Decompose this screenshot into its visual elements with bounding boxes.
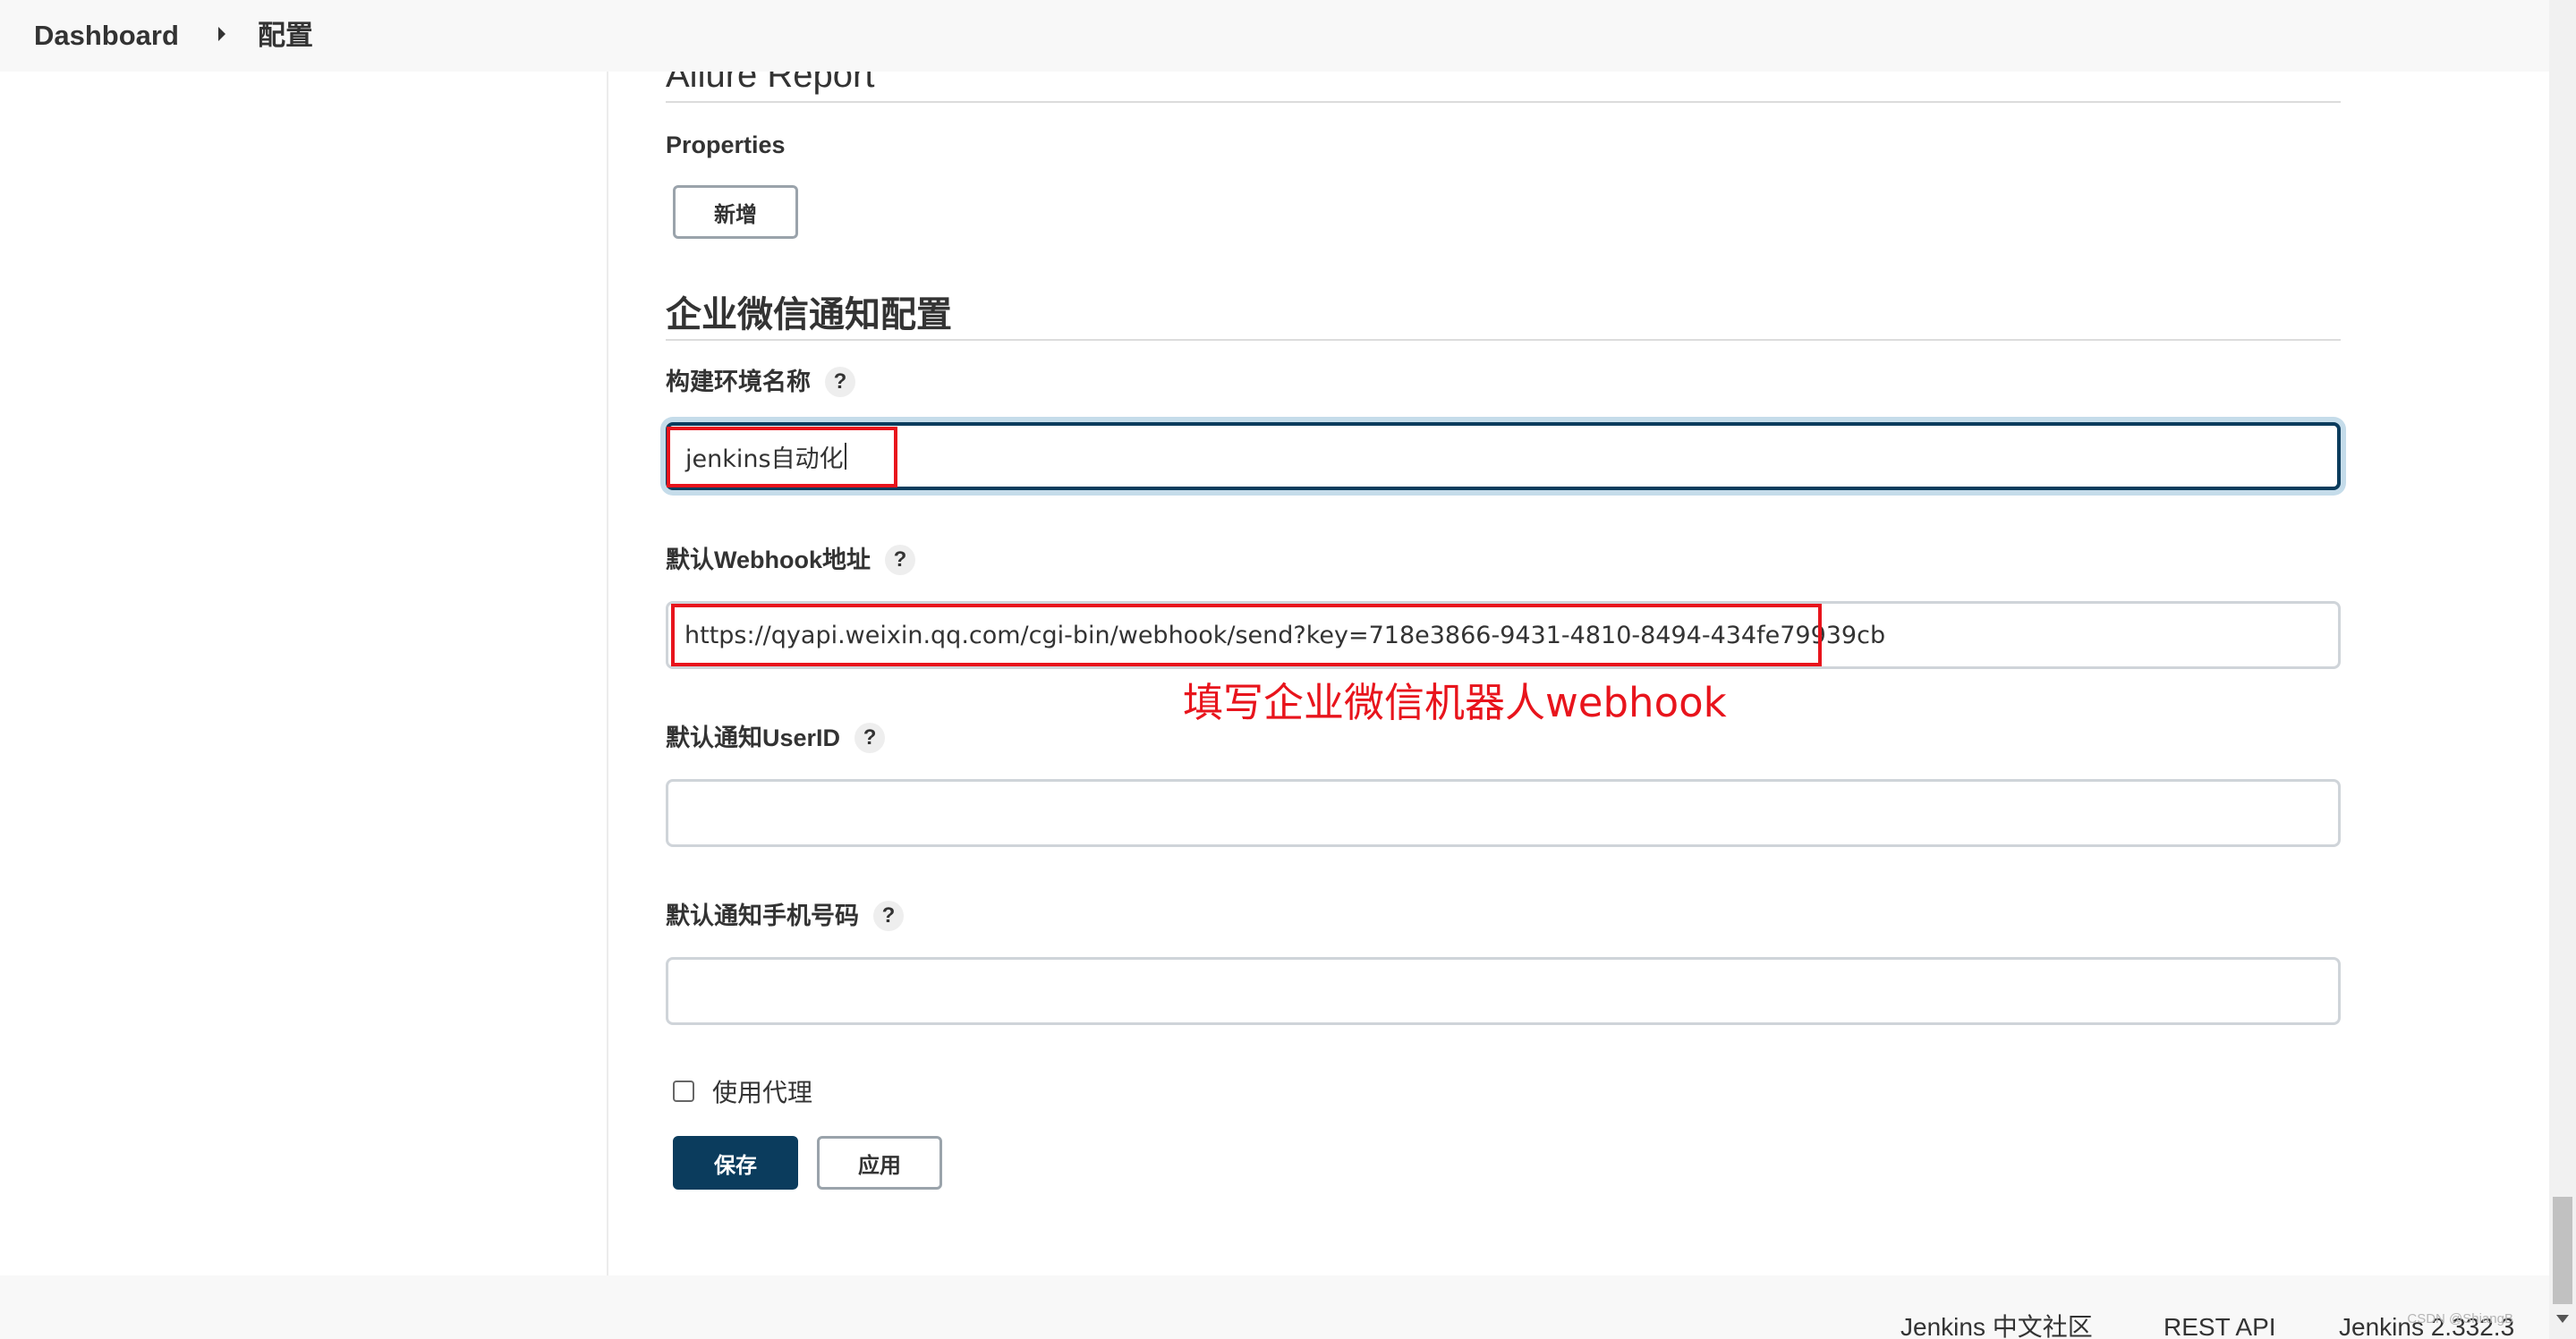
section-divider xyxy=(666,101,2341,103)
add-property-button[interactable]: 新增 xyxy=(673,185,798,239)
proxy-checkbox[interactable] xyxy=(673,1081,694,1102)
watermark: CSDN @ShiangB xyxy=(2407,1311,2513,1326)
scrollbar-thumb[interactable] xyxy=(2553,1197,2572,1304)
scroll-down-arrow-icon[interactable] xyxy=(2556,1315,2569,1323)
proxy-checkbox-label[interactable]: 使用代理 xyxy=(712,1075,812,1111)
properties-label: Properties xyxy=(666,127,786,163)
properties-label-text: Properties xyxy=(666,131,786,158)
help-icon[interactable]: ? xyxy=(825,367,855,397)
phone-label-text: 默认通知手机号码 xyxy=(666,903,859,929)
text-caret xyxy=(844,443,846,470)
save-button[interactable]: 保存 xyxy=(673,1136,798,1190)
webhook-input[interactable]: https://qyapi.weixin.qq.com/cgi-bin/webh… xyxy=(666,601,2341,669)
breadcrumb-current[interactable]: 配置 xyxy=(258,16,313,55)
env-name-label-text: 构建环境名称 xyxy=(666,369,811,395)
env-name-value: jenkins自动化 xyxy=(685,445,844,473)
userid-label: 默认通知UserID ? xyxy=(666,720,886,756)
help-icon[interactable]: ? xyxy=(885,545,915,575)
help-icon[interactable]: ? xyxy=(854,723,886,753)
phone-input[interactable] xyxy=(666,957,2341,1025)
userid-label-text: 默认通知UserID xyxy=(666,725,841,751)
breadcrumb: Dashboard 配置 xyxy=(0,0,2549,72)
vertical-scrollbar[interactable] xyxy=(2549,0,2576,1339)
webhook-value: https://qyapi.weixin.qq.com/cgi-bin/webh… xyxy=(684,621,1886,649)
webhook-label-text: 默认Webhook地址 xyxy=(666,547,871,573)
env-name-input[interactable]: jenkins自动化 xyxy=(666,422,2341,490)
wechat-section-title: 企业微信通知配置 xyxy=(666,295,952,335)
phone-label: 默认通知手机号码 ? xyxy=(666,898,904,934)
chevron-right-icon[interactable] xyxy=(218,27,225,41)
apply-button[interactable]: 应用 xyxy=(817,1136,942,1190)
userid-input[interactable] xyxy=(666,779,2341,847)
footer-community-link[interactable]: Jenkins 中文社区 xyxy=(1900,1311,2093,1339)
annotation-text: 填写企业微信机器人webhook xyxy=(1183,679,1727,726)
footer-rest-api-link[interactable]: REST API xyxy=(2164,1311,2276,1339)
help-icon[interactable]: ? xyxy=(873,901,904,931)
footer: Jenkins 中文社区 REST API Jenkins 2.332.3 CS… xyxy=(0,1275,2549,1339)
section-divider xyxy=(666,339,2341,341)
jenkins-config-page: Dashboard 配置 Allure Report Properties 新增… xyxy=(0,0,2576,1339)
webhook-label: 默认Webhook地址 ? xyxy=(666,542,915,578)
breadcrumb-dashboard-link[interactable]: Dashboard xyxy=(34,16,179,55)
env-name-label: 构建环境名称 ? xyxy=(666,364,855,400)
side-panel-divider xyxy=(607,72,608,1275)
